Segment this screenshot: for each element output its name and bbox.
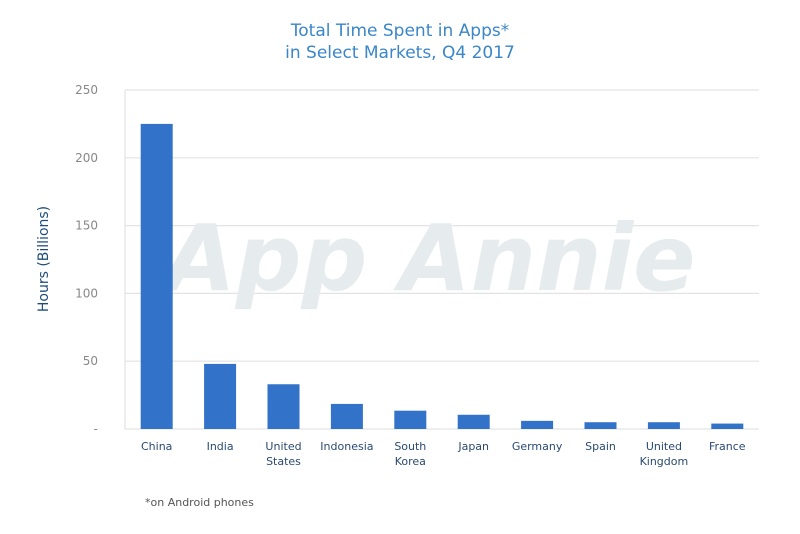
bar-chart: App Annie - 50 100 150 200 250 China India Unit… <box>36 83 759 468</box>
bar <box>140 123 173 430</box>
x-tick-label: Japan <box>457 440 489 453</box>
bar <box>521 420 554 429</box>
bar <box>204 363 237 429</box>
y-axis-ticks: - 50 100 150 200 250 <box>75 83 98 436</box>
y-tick-label: 150 <box>75 219 98 233</box>
x-tick-label: Indonesia <box>320 440 373 453</box>
x-tick-label: India <box>207 440 234 453</box>
y-tick-label: - <box>94 422 98 436</box>
watermark: App Annie <box>158 205 695 312</box>
x-axis-ticks: China India United States Indonesia South Kore… <box>141 440 746 468</box>
bar <box>457 414 490 429</box>
bar <box>647 422 680 429</box>
bar <box>394 410 427 429</box>
y-tick-label: 250 <box>75 83 98 97</box>
bar <box>330 403 363 429</box>
x-tick-label: Spain <box>585 440 616 453</box>
x-tick-label: United States <box>265 440 301 468</box>
bar <box>584 422 617 429</box>
y-tick-label: 100 <box>75 286 98 300</box>
x-tick-label: China <box>141 440 172 453</box>
y-tick-label: 200 <box>75 151 98 165</box>
bar <box>711 423 744 429</box>
bar <box>267 384 300 429</box>
x-tick-label: France <box>709 440 746 453</box>
y-axis-label: Hours (Billions) <box>36 206 52 312</box>
x-tick-label: United Kingdom <box>640 440 689 468</box>
x-tick-label: Germany <box>512 440 563 453</box>
footnote: *on Android phones <box>145 496 254 509</box>
y-tick-label: 50 <box>83 354 98 368</box>
x-tick-label: South Korea <box>394 440 426 468</box>
